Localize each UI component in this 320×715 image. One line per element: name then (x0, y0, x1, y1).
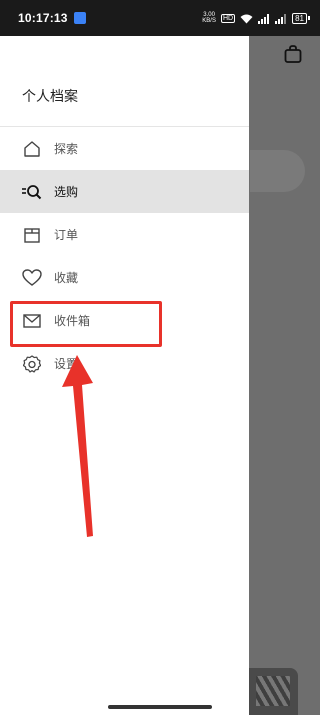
status-indicators: 3.00 KB/S HD 81 (202, 9, 310, 28)
home-icon (22, 139, 42, 159)
navigation-drawer: 个人档案 探索 选购 订单 收藏 收件箱 设置 (0, 36, 249, 715)
battery-icon: 81 (292, 12, 310, 24)
nav-item-label: 选购 (54, 185, 79, 199)
hd-badge: HD (220, 13, 236, 23)
gear-icon (22, 354, 42, 374)
drawer-title: 个人档案 (22, 89, 78, 105)
nav-item-label: 收藏 (54, 271, 79, 285)
nav-item-orders[interactable]: 订单 (0, 213, 249, 256)
background-search-bar (250, 150, 305, 192)
network-speed-unit: KB/S (202, 18, 216, 24)
home-indicator[interactable] (108, 705, 212, 709)
status-bar: 10:17:13 3.00 KB/S HD 81 (0, 0, 320, 36)
box-icon (22, 225, 42, 245)
nav-item-label: 探索 (54, 142, 79, 156)
battery-tip (308, 16, 310, 20)
signal-icon-2 (275, 9, 287, 28)
shopping-bag-icon[interactable] (283, 44, 303, 68)
network-speed: 3.00 KB/S (202, 12, 216, 24)
annotation-highlight-box (10, 301, 162, 347)
annotation-arrow-icon (62, 355, 93, 537)
nav-item-shop[interactable]: 选购 (0, 170, 249, 213)
battery-level: 81 (292, 12, 307, 24)
heart-icon (22, 268, 42, 288)
wifi-icon (240, 9, 253, 28)
nav-item-settings[interactable]: 设置 (0, 342, 249, 385)
nav-item-explore[interactable]: 探索 (0, 127, 249, 170)
background-product-image (248, 668, 298, 715)
nav-item-favorites[interactable]: 收藏 (0, 256, 249, 299)
search-list-icon (22, 182, 42, 202)
status-time: 10:17:13 (18, 11, 68, 25)
app-notification-icon (73, 12, 86, 24)
signal-icon (258, 9, 270, 28)
nav-item-label: 订单 (54, 228, 79, 242)
